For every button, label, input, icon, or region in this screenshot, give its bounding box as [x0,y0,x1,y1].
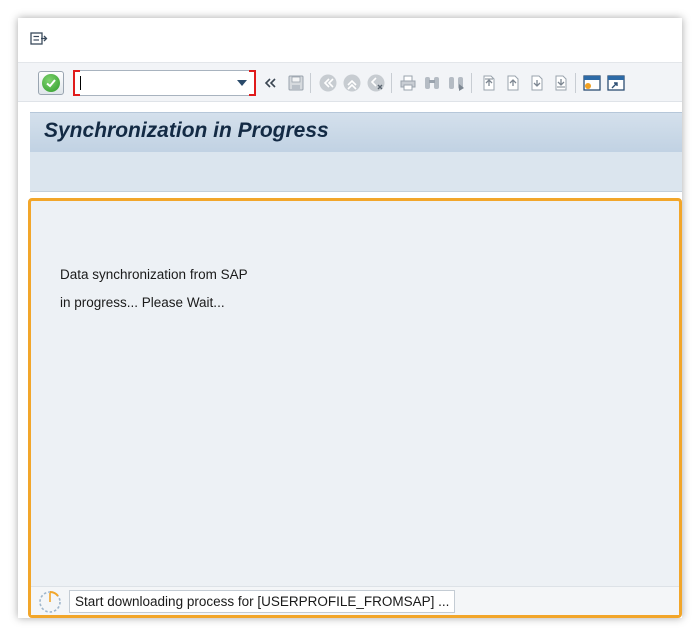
toolbar-separator [471,73,472,93]
last-page-icon[interactable] [550,73,570,93]
status-bar: Start downloading process for [USERPROFI… [31,586,679,615]
next-page-icon[interactable] [526,73,546,93]
enter-button[interactable] [38,71,64,95]
create-shortcut-icon[interactable] [606,73,626,93]
page-title: Synchronization in Progress [44,119,329,142]
toolbar [18,62,682,102]
title-bar: Synchronization in Progress [30,112,682,152]
command-field[interactable] [73,70,256,96]
menu-bar [18,18,682,62]
find-icon[interactable] [422,73,442,93]
cancel-icon[interactable] [366,73,386,93]
find-next-icon[interactable] [446,73,466,93]
save-icon[interactable] [286,73,306,93]
new-session-icon[interactable] [582,73,602,93]
sync-message-line-1: Data synchronization from SAP [60,267,248,282]
toolbar-separator [310,73,311,93]
toolbar-separator [575,73,576,93]
loading-spinner-icon [37,589,63,615]
print-icon[interactable] [398,73,418,93]
back-icon[interactable] [318,73,338,93]
previous-page-icon[interactable] [502,73,522,93]
toolbar-separator [391,73,392,93]
command-field-bracket-right [249,70,256,96]
sync-message-line-2: in progress... Please Wait... [60,295,225,310]
command-input[interactable] [78,74,228,92]
sap-window: Synchronization in Progress Data synchro… [18,18,682,618]
enter-check-icon [42,74,60,92]
collapse-double-chevron-icon[interactable] [260,73,280,93]
first-page-icon[interactable] [478,73,498,93]
command-dropdown-icon[interactable] [237,80,247,86]
content-panel: Data synchronization from SAP in progres… [28,198,682,618]
menu-exit-icon[interactable] [30,32,48,46]
application-toolbar [30,152,682,192]
status-message: Start downloading process for [USERPROFI… [69,590,456,613]
exit-icon[interactable] [342,73,362,93]
